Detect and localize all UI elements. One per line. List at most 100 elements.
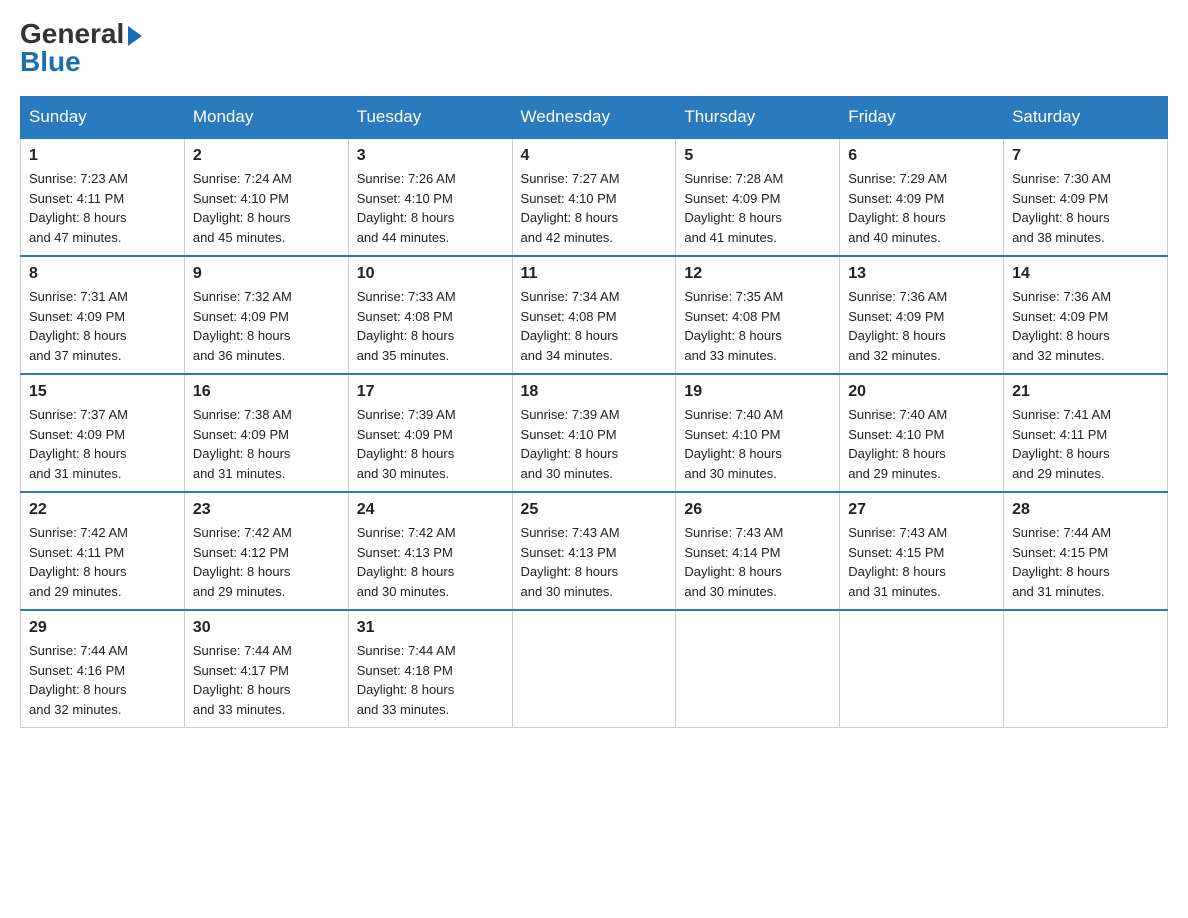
calendar-cell: 17Sunrise: 7:39 AMSunset: 4:09 PMDayligh… [348, 374, 512, 492]
day-number: 16 [193, 383, 340, 401]
calendar-cell: 20 Sunrise: 7:40 AMSunset: 4:10 PMDayligh… [840, 374, 1004, 492]
day-number: 27 [848, 501, 995, 519]
day-info: Sunrise: 7:37 AMSunset: 4:09 PMDaylight:… [29, 405, 176, 483]
calendar-table: SundayMondayTuesdayWednesdayThursdayFrid… [20, 96, 1168, 728]
day-info: Sunrise: 7:32 AMSunset: 4:09 PMDaylight:… [193, 287, 340, 365]
calendar-cell: 7Sunrise: 7:30 AMSunset: 4:09 PMDaylight… [1004, 138, 1168, 256]
day-number: 20 [848, 383, 995, 401]
day-info: Sunrise: 7:38 AMSunset: 4:09 PMDaylight:… [193, 405, 340, 483]
day-info: Sunrise: 7:42 AMSunset: 4:13 PMDaylight:… [357, 523, 504, 601]
calendar-cell [1004, 610, 1168, 728]
calendar-header-saturday: Saturday [1004, 97, 1168, 139]
calendar-cell: 18Sunrise: 7:39 AMSunset: 4:10 PMDayligh… [512, 374, 676, 492]
calendar-cell: 14Sunrise: 7:36 AMSunset: 4:09 PMDayligh… [1004, 256, 1168, 374]
calendar-cell [676, 610, 840, 728]
calendar-cell: 29Sunrise: 7:44 AMSunset: 4:16 PMDayligh… [21, 610, 185, 728]
calendar-cell: 16 Sunrise: 7:38 AMSunset: 4:09 PMDayligh… [184, 374, 348, 492]
calendar-week-row: 1 Sunrise: 7:23 AMSunset: 4:11 PMDaylight… [21, 138, 1168, 256]
calendar-cell: 27 Sunrise: 7:43 AMSunset: 4:15 PMDayligh… [840, 492, 1004, 610]
calendar-cell: 19 Sunrise: 7:40 AMSunset: 4:10 PMDayligh… [676, 374, 840, 492]
calendar-week-row: 22 Sunrise: 7:42 AMSunset: 4:11 PMDayligh… [21, 492, 1168, 610]
day-info: Sunrise: 7:39 AMSunset: 4:10 PMDaylight:… [521, 405, 668, 483]
calendar-week-row: 15 Sunrise: 7:37 AMSunset: 4:09 PMDayligh… [21, 374, 1168, 492]
day-number: 5 [684, 147, 831, 165]
day-number: 4 [521, 147, 668, 165]
calendar-cell: 5 Sunrise: 7:28 AMSunset: 4:09 PMDaylight… [676, 138, 840, 256]
calendar-cell: 6 Sunrise: 7:29 AMSunset: 4:09 PMDaylight… [840, 138, 1004, 256]
calendar-cell: 8 Sunrise: 7:31 AMSunset: 4:09 PMDaylight… [21, 256, 185, 374]
day-number: 22 [29, 501, 176, 519]
logo: General Blue [20, 20, 142, 76]
day-number: 10 [357, 265, 504, 283]
day-number: 8 [29, 265, 176, 283]
calendar-cell: 24Sunrise: 7:42 AMSunset: 4:13 PMDayligh… [348, 492, 512, 610]
day-info: Sunrise: 7:44 AMSunset: 4:18 PMDaylight:… [357, 641, 504, 719]
page-header: General Blue [20, 20, 1168, 76]
day-info: Sunrise: 7:43 AMSunset: 4:14 PMDaylight:… [684, 523, 831, 601]
calendar-header-wednesday: Wednesday [512, 97, 676, 139]
day-info: Sunrise: 7:23 AMSunset: 4:11 PMDaylight:… [29, 169, 176, 247]
day-number: 2 [193, 147, 340, 165]
day-info: Sunrise: 7:31 AMSunset: 4:09 PMDaylight:… [29, 287, 176, 365]
day-info: Sunrise: 7:44 AMSunset: 4:17 PMDaylight:… [193, 641, 340, 719]
day-info: Sunrise: 7:39 AMSunset: 4:09 PMDaylight:… [357, 405, 504, 483]
day-number: 29 [29, 619, 176, 637]
calendar-cell [512, 610, 676, 728]
calendar-cell: 22 Sunrise: 7:42 AMSunset: 4:11 PMDayligh… [21, 492, 185, 610]
day-info: Sunrise: 7:28 AMSunset: 4:09 PMDaylight:… [684, 169, 831, 247]
calendar-week-row: 8 Sunrise: 7:31 AMSunset: 4:09 PMDaylight… [21, 256, 1168, 374]
calendar-header-sunday: Sunday [21, 97, 185, 139]
calendar-cell: 9Sunrise: 7:32 AMSunset: 4:09 PMDaylight… [184, 256, 348, 374]
day-number: 1 [29, 147, 176, 165]
day-info: Sunrise: 7:36 AMSunset: 4:09 PMDaylight:… [848, 287, 995, 365]
day-number: 26 [684, 501, 831, 519]
day-info: Sunrise: 7:29 AMSunset: 4:09 PMDaylight:… [848, 169, 995, 247]
day-info: Sunrise: 7:26 AMSunset: 4:10 PMDaylight:… [357, 169, 504, 247]
day-info: Sunrise: 7:43 AMSunset: 4:13 PMDaylight:… [521, 523, 668, 601]
day-info: Sunrise: 7:35 AMSunset: 4:08 PMDaylight:… [684, 287, 831, 365]
day-number: 12 [684, 265, 831, 283]
day-number: 11 [521, 265, 668, 283]
day-number: 6 [848, 147, 995, 165]
calendar-cell: 12 Sunrise: 7:35 AMSunset: 4:08 PMDayligh… [676, 256, 840, 374]
calendar-cell: 28 Sunrise: 7:44 AMSunset: 4:15 PMDayligh… [1004, 492, 1168, 610]
day-info: Sunrise: 7:24 AMSunset: 4:10 PMDaylight:… [193, 169, 340, 247]
day-info: Sunrise: 7:34 AMSunset: 4:08 PMDaylight:… [521, 287, 668, 365]
calendar-header-friday: Friday [840, 97, 1004, 139]
day-info: Sunrise: 7:40 AMSunset: 4:10 PMDaylight:… [684, 405, 831, 483]
calendar-cell: 23 Sunrise: 7:42 AMSunset: 4:12 PMDayligh… [184, 492, 348, 610]
calendar-cell: 2 Sunrise: 7:24 AMSunset: 4:10 PMDaylight… [184, 138, 348, 256]
calendar-cell: 30 Sunrise: 7:44 AMSunset: 4:17 PMDayligh… [184, 610, 348, 728]
calendar-cell: 4Sunrise: 7:27 AMSunset: 4:10 PMDaylight… [512, 138, 676, 256]
day-number: 15 [29, 383, 176, 401]
day-info: Sunrise: 7:30 AMSunset: 4:09 PMDaylight:… [1012, 169, 1159, 247]
calendar-cell: 3 Sunrise: 7:26 AMSunset: 4:10 PMDaylight… [348, 138, 512, 256]
day-number: 21 [1012, 383, 1159, 401]
calendar-header-monday: Monday [184, 97, 348, 139]
day-info: Sunrise: 7:43 AMSunset: 4:15 PMDaylight:… [848, 523, 995, 601]
day-info: Sunrise: 7:44 AMSunset: 4:15 PMDaylight:… [1012, 523, 1159, 601]
day-info: Sunrise: 7:40 AMSunset: 4:10 PMDaylight:… [848, 405, 995, 483]
calendar-cell [840, 610, 1004, 728]
day-number: 31 [357, 619, 504, 637]
calendar-cell: 10Sunrise: 7:33 AMSunset: 4:08 PMDayligh… [348, 256, 512, 374]
day-number: 30 [193, 619, 340, 637]
logo-general-text: General [20, 20, 142, 48]
day-info: Sunrise: 7:42 AMSunset: 4:12 PMDaylight:… [193, 523, 340, 601]
day-info: Sunrise: 7:41 AMSunset: 4:11 PMDaylight:… [1012, 405, 1159, 483]
calendar-header-row: SundayMondayTuesdayWednesdayThursdayFrid… [21, 97, 1168, 139]
day-number: 23 [193, 501, 340, 519]
calendar-cell: 21 Sunrise: 7:41 AMSunset: 4:11 PMDayligh… [1004, 374, 1168, 492]
day-info: Sunrise: 7:42 AMSunset: 4:11 PMDaylight:… [29, 523, 176, 601]
day-info: Sunrise: 7:36 AMSunset: 4:09 PMDaylight:… [1012, 287, 1159, 365]
calendar-week-row: 29Sunrise: 7:44 AMSunset: 4:16 PMDayligh… [21, 610, 1168, 728]
logo-blue-text: Blue [20, 48, 81, 76]
day-number: 19 [684, 383, 831, 401]
calendar-cell: 26 Sunrise: 7:43 AMSunset: 4:14 PMDayligh… [676, 492, 840, 610]
calendar-cell: 11 Sunrise: 7:34 AMSunset: 4:08 PMDayligh… [512, 256, 676, 374]
day-number: 28 [1012, 501, 1159, 519]
calendar-cell: 31 Sunrise: 7:44 AMSunset: 4:18 PMDayligh… [348, 610, 512, 728]
calendar-header-thursday: Thursday [676, 97, 840, 139]
calendar-cell: 25Sunrise: 7:43 AMSunset: 4:13 PMDayligh… [512, 492, 676, 610]
day-number: 3 [357, 147, 504, 165]
